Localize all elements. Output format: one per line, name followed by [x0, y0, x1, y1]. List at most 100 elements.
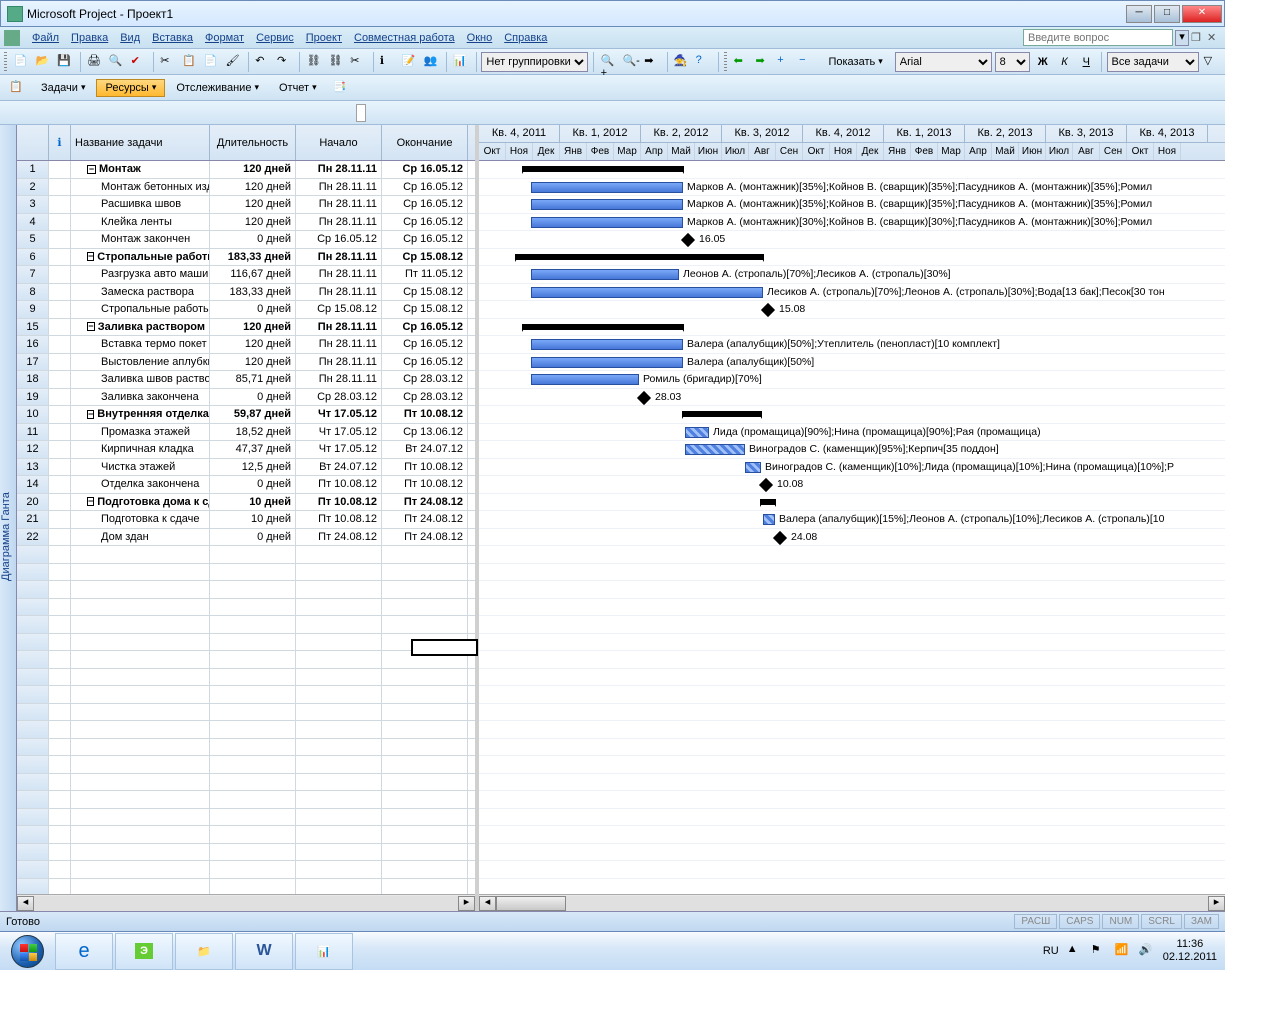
task-name-cell[interactable]: Подготовка к сдаче [71, 511, 210, 528]
task-name-cell[interactable]: −Стропальные работы [71, 249, 210, 266]
menu-file[interactable]: Файл [26, 30, 65, 46]
start-button[interactable] [0, 932, 54, 971]
next-steps-button[interactable]: 📑 [330, 77, 352, 99]
format-painter-button[interactable]: 🖌 [224, 51, 243, 73]
wizard-button[interactable]: 🧙 [672, 51, 691, 73]
view-tasks[interactable]: Задачи▾ [32, 79, 94, 97]
row-info[interactable] [49, 511, 71, 528]
views-button[interactable]: 📋 [6, 77, 28, 99]
row-info[interactable] [49, 476, 71, 493]
duration-cell[interactable]: 120 дней [210, 336, 296, 353]
collapse-icon[interactable]: − [87, 497, 94, 506]
open-button[interactable]: 📂 [34, 51, 53, 73]
row-info[interactable] [49, 389, 71, 406]
row-info[interactable] [49, 266, 71, 283]
task-bar[interactable] [763, 514, 775, 525]
paste-button[interactable]: 📄 [202, 51, 221, 73]
bold-button[interactable]: Ж [1033, 51, 1052, 73]
info-button[interactable]: ℹ [379, 51, 398, 73]
end-cell[interactable]: Пт 11.05.12 [382, 266, 468, 283]
link-button[interactable]: ⛓ [305, 51, 324, 73]
menu-help[interactable]: Справка [498, 30, 553, 46]
cut-button[interactable]: ✂ [159, 51, 178, 73]
menu-view[interactable]: Вид [114, 30, 146, 46]
start-cell[interactable]: Пн 28.11.11 [296, 266, 382, 283]
task-name-cell[interactable]: −Внутренняя отделка [71, 406, 210, 423]
duration-cell[interactable]: 0 дней [210, 301, 296, 318]
row-info[interactable] [49, 319, 71, 336]
start-cell[interactable]: Пн 28.11.11 [296, 284, 382, 301]
start-cell[interactable]: Чт 17.05.12 [296, 441, 382, 458]
duration-cell[interactable]: 59,87 дней [210, 406, 296, 423]
duration-cell[interactable]: 10 дней [210, 511, 296, 528]
new-button[interactable]: 📄 [12, 51, 31, 73]
table-row[interactable]: 2Монтаж бетонных изд120 днейПн 28.11.11С… [17, 179, 475, 197]
outdent-button[interactable]: ⬅ [732, 51, 751, 73]
zoom-out-button[interactable]: 🔍- [621, 51, 640, 73]
table-row[interactable]: 17Выстовление аплубки120 днейПн 28.11.11… [17, 354, 475, 372]
start-cell[interactable]: Пн 28.11.11 [296, 179, 382, 196]
row-num[interactable]: 19 [17, 389, 49, 406]
zoom-in-button[interactable]: 🔍+ [599, 51, 618, 73]
start-cell[interactable]: Вт 24.07.12 [296, 459, 382, 476]
row-info[interactable] [49, 284, 71, 301]
task-bar[interactable] [531, 217, 683, 228]
end-cell[interactable]: Ср 13.06.12 [382, 424, 468, 441]
summary-bar[interactable] [516, 254, 763, 260]
row-info[interactable] [49, 371, 71, 388]
gantt-hscroll-left[interactable]: ◂ [479, 896, 496, 911]
end-cell[interactable]: Пт 24.08.12 [382, 494, 468, 511]
duration-cell[interactable]: 12,5 дней [210, 459, 296, 476]
menu-window[interactable]: Окно [461, 30, 499, 46]
task-name-cell[interactable]: −Заливка раствором [71, 319, 210, 336]
spellcheck-button[interactable]: ✔ [129, 51, 148, 73]
unlink-button[interactable]: ⛓ [327, 51, 346, 73]
italic-button[interactable]: К [1055, 51, 1074, 73]
duration-cell[interactable]: 0 дней [210, 529, 296, 546]
table-row[interactable]: 21Подготовка к сдаче10 днейПт 10.08.12Пт… [17, 511, 475, 529]
row-info[interactable] [49, 424, 71, 441]
table-row-empty[interactable] [17, 704, 475, 722]
row-num[interactable]: 20 [17, 494, 49, 511]
row-info[interactable] [49, 406, 71, 423]
task-name-cell[interactable]: Заливка закончена [71, 389, 210, 406]
end-cell[interactable]: Вт 24.07.12 [382, 441, 468, 458]
start-cell[interactable]: Пт 10.08.12 [296, 476, 382, 493]
view-side-label[interactable]: Диаграмма Ганта [0, 125, 17, 911]
taskbar-explorer[interactable]: 📁 [175, 933, 233, 970]
row-num[interactable]: 7 [17, 266, 49, 283]
save-button[interactable]: 💾 [56, 51, 75, 73]
end-cell[interactable]: Ср 16.05.12 [382, 354, 468, 371]
menu-insert[interactable]: Вставка [146, 30, 199, 46]
menu-edit[interactable]: Правка [65, 30, 114, 46]
start-cell[interactable]: Пт 10.08.12 [296, 494, 382, 511]
notes-button[interactable]: 📝 [400, 51, 419, 73]
row-num[interactable]: 2 [17, 179, 49, 196]
row-num[interactable]: 6 [17, 249, 49, 266]
col-name[interactable]: Название задачи [71, 125, 210, 160]
taskbar-ie[interactable]: e [55, 933, 113, 970]
row-info[interactable] [49, 249, 71, 266]
table-row-empty[interactable] [17, 879, 475, 895]
show-dropdown[interactable]: Показать▾ [819, 53, 891, 71]
end-cell[interactable]: Ср 16.05.12 [382, 214, 468, 231]
table-row-empty[interactable] [17, 791, 475, 809]
tray-action-icon[interactable]: ⚑ [1091, 943, 1107, 959]
task-name-cell[interactable]: Разгрузка авто машин [71, 266, 210, 283]
col-end[interactable]: Окончание [382, 125, 468, 160]
table-row[interactable]: 14Отделка закончена0 днейПт 10.08.12Пт 1… [17, 476, 475, 494]
col-duration[interactable]: Длительность [210, 125, 296, 160]
end-cell[interactable]: Ср 16.05.12 [382, 231, 468, 248]
publish-button[interactable]: 📊 [452, 51, 471, 73]
table-row[interactable]: 10−Внутренняя отделка59,87 днейЧт 17.05.… [17, 406, 475, 424]
menu-collab[interactable]: Совместная работа [348, 30, 461, 46]
start-cell[interactable]: Пт 24.08.12 [296, 529, 382, 546]
table-row-empty[interactable] [17, 809, 475, 827]
row-info[interactable] [49, 459, 71, 476]
task-bar[interactable] [685, 427, 709, 438]
row-num[interactable]: 4 [17, 214, 49, 231]
view-tracking[interactable]: Отслеживание▾ [167, 79, 268, 97]
toolbar-grip2[interactable] [724, 52, 727, 72]
end-cell[interactable]: Ср 28.03.12 [382, 389, 468, 406]
table-row[interactable]: 20−Подготовка дома к сда10 днейПт 10.08.… [17, 494, 475, 512]
